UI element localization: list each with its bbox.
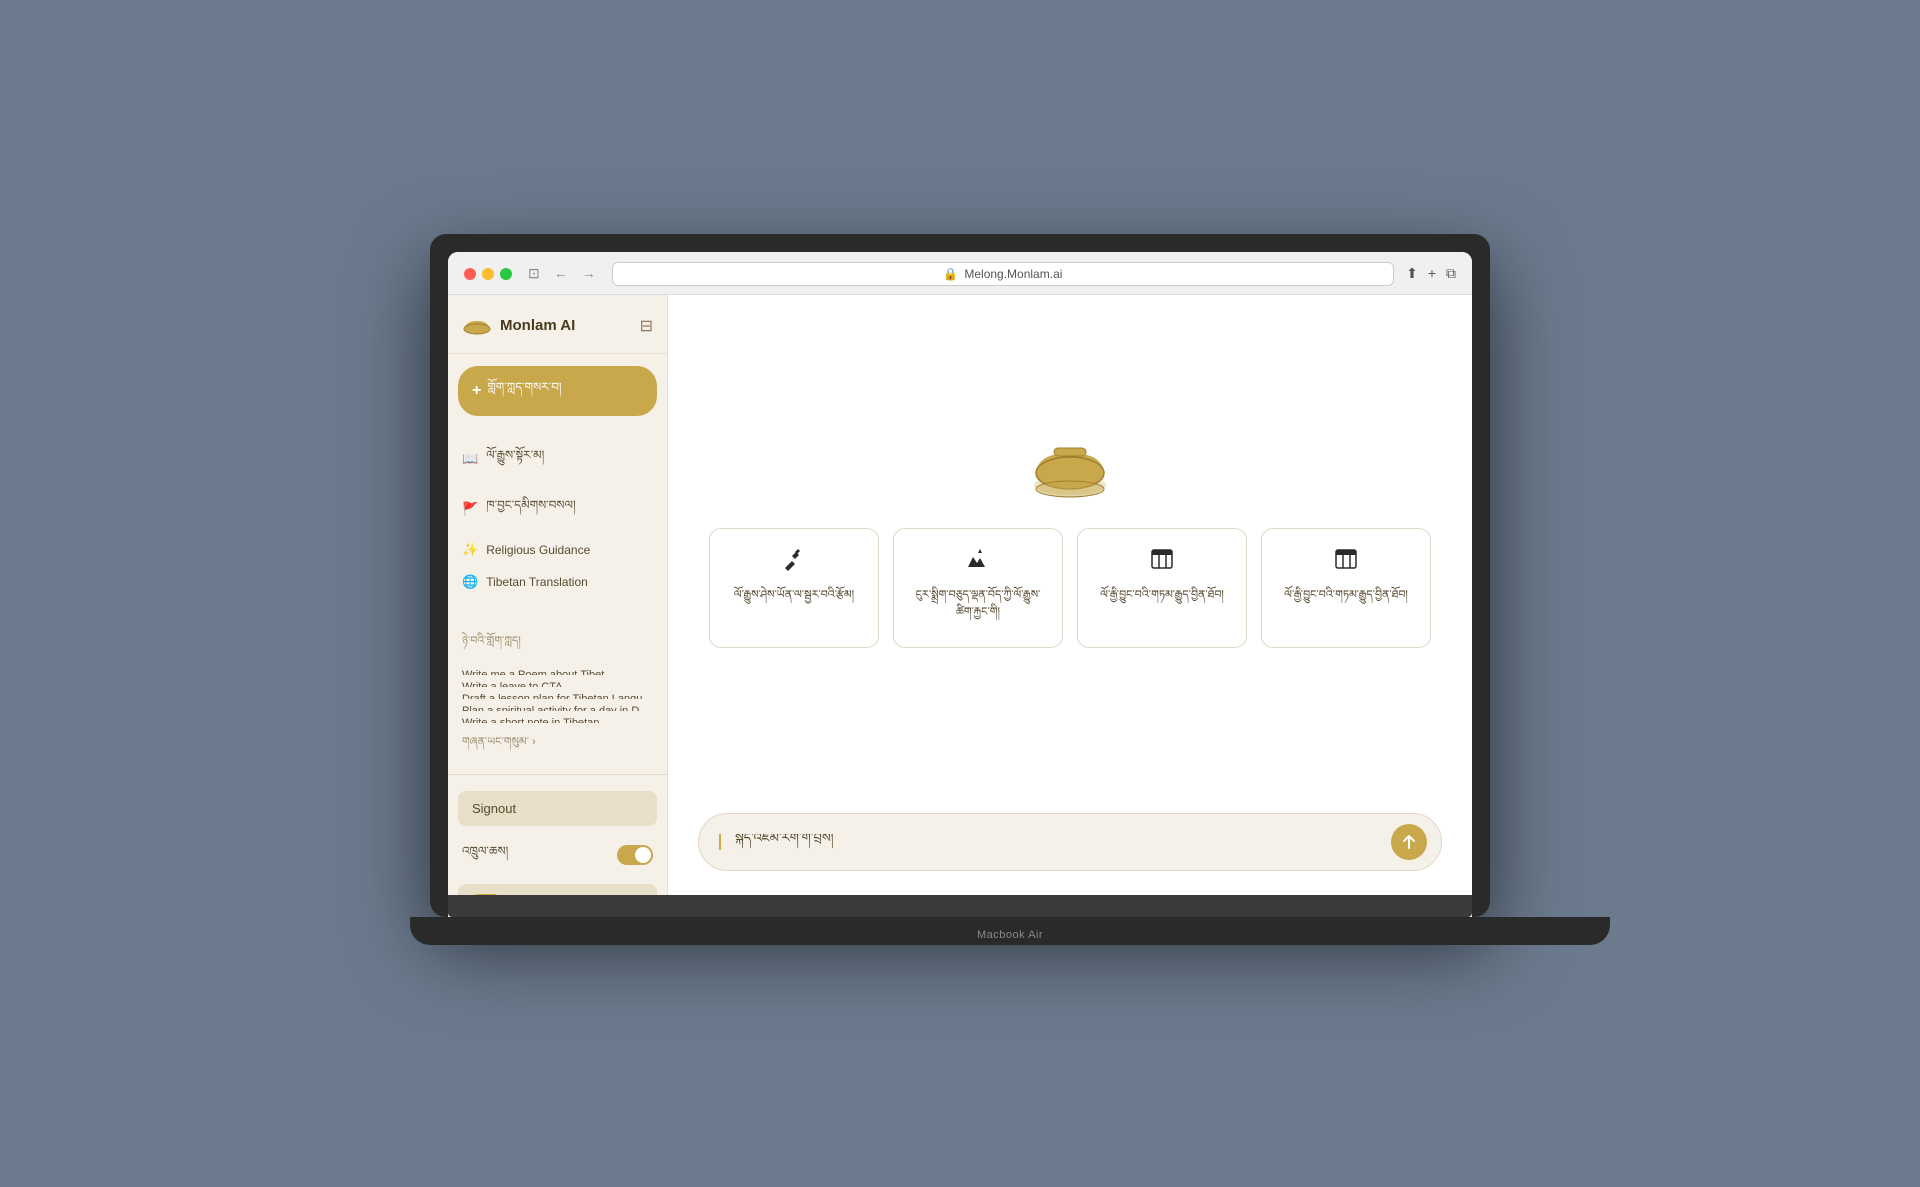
lock-icon: 🔒 xyxy=(943,267,958,281)
chat-input-wrapper xyxy=(698,813,1442,871)
bowl-icon xyxy=(1030,443,1110,498)
address-bar[interactable]: 🔒 Melong.Monlam.ai xyxy=(612,262,1394,286)
book-icon: 📖 xyxy=(462,451,478,467)
traffic-lights xyxy=(464,268,512,280)
add-tab-icon[interactable]: + xyxy=(1428,265,1436,282)
dark-mode-label: འཁྲུལ་ཆས། xyxy=(462,838,508,872)
show-more-button[interactable]: གཞན་ཡང་གསུམ་ › xyxy=(448,723,667,766)
card-2-text: ངུར་སྨྲིག་བཅུད་ལྡན་བོད་ཀྱི་ལོ་རྒྱུས་ཚིག་… xyxy=(910,587,1046,620)
input-area xyxy=(668,797,1472,895)
chat-area: ལོ་རྒྱུས་ཤེས་ཡོན་ལ་སྦྱར་བའི་རྩོམ། ངུར་སྨ xyxy=(668,295,1472,797)
bowl-icon-wrapper xyxy=(1030,443,1110,498)
card-1-text: ལོ་རྒྱུས་ཤེས་ཡོན་ལ་སྦྱར་བའི་རྩོམ། xyxy=(734,587,854,604)
share-icon[interactable]: ⬆ xyxy=(1406,265,1418,282)
history-section-label: ཉེ་བའི་གློག་ཀླད། xyxy=(448,620,667,663)
input-cursor xyxy=(719,834,721,850)
flag-icon: 🚩 xyxy=(462,501,478,517)
card-3-text: ལོ་རྒྱི་བྱུང་བའི་གཏམ་རྒྱུད་བྱིན་ཐོབ། xyxy=(1100,587,1224,604)
sidebar-header: Monlam AI ⊟ xyxy=(448,295,667,354)
url-text: Melong.Monlam.ai xyxy=(964,267,1062,281)
suggestion-card-4[interactable]: ལོ་རྒྱི་བྱུང་བའི་གཏམ་རྒྱུད་བྱིན་ཐོབ། xyxy=(1261,528,1431,648)
sidebar-item-bookmarks[interactable]: 🚩 ཁ་བྱང་དམིགས་བསལ། xyxy=(448,484,667,534)
bookmarks-label: ཁ་བྱང་དམིགས་བསལ། xyxy=(486,492,575,526)
close-button[interactable] xyxy=(464,268,476,280)
logo-area: Monlam AI xyxy=(462,311,575,341)
sidebar-item-library[interactable]: 📖 ལོ་རྒྱུས་སྟོར་མ། xyxy=(448,434,667,484)
send-button[interactable] xyxy=(1391,824,1427,860)
sidebar-bottom: Signout འཁྲུལ་ཆས། xyxy=(448,766,667,895)
tabs-icon[interactable]: ⧉ xyxy=(1446,265,1456,282)
dark-mode-toggle[interactable] xyxy=(617,845,653,865)
new-chat-button[interactable]: + གློག་ཀླད་གསར་བ། xyxy=(458,366,657,416)
suggestion-cards: ལོ་རྒྱུས་ཤེས་ཡོན་ལ་སྦྱར་བའི་རྩོམ། ངུར་སྨ xyxy=(709,528,1431,648)
signout-button[interactable]: Signout xyxy=(458,791,657,826)
mountain-icon xyxy=(966,547,990,577)
minimize-button[interactable] xyxy=(482,268,494,280)
main-content: ལོ་རྒྱུས་ཤེས་ཡོན་ལ་སྦྱར་བའི་རྩོམ། ངུར་སྨ xyxy=(668,295,1472,895)
suggestion-card-1[interactable]: ལོ་རྒྱུས་ཤེས་ཡོན་ལ་སྦྱར་བའི་རྩོམ། xyxy=(709,528,879,648)
send-icon xyxy=(1401,834,1417,850)
history-item-1[interactable]: Write me a Poem about Tibet xyxy=(448,663,667,675)
app-title: Monlam AI xyxy=(500,317,575,334)
history-item-4[interactable]: Plan a spiritual activity for a day in D… xyxy=(448,699,667,711)
user-profile[interactable]: Tenzin Monlam Monlamai@gmail.com xyxy=(458,884,657,895)
columns-icon-2 xyxy=(1334,547,1358,577)
avatar xyxy=(472,894,500,895)
sidebar-bottom-divider xyxy=(448,774,667,775)
history-item-2[interactable]: Write a leave to CTA xyxy=(448,675,667,687)
library-label: ལོ་རྒྱུས་སྟོར་མ། xyxy=(486,442,544,476)
religious-label: Religious Guidance xyxy=(486,543,590,557)
plus-icon: + xyxy=(472,382,481,400)
back-button[interactable]: ← xyxy=(550,263,572,284)
browser-navigation: ⊡ ← → xyxy=(524,263,600,284)
religious-icon: ✨ xyxy=(462,542,478,558)
suggestion-card-3[interactable]: ལོ་རྒྱི་བྱུང་བའི་གཏམ་རྒྱུད་བྱིན་ཐོབ། xyxy=(1077,528,1247,648)
toggle-knob xyxy=(635,847,651,863)
translation-icon: 🌐 xyxy=(462,574,478,590)
sidebar-nav: 📖 ལོ་རྒྱུས་སྟོར་མ། 🚩 ཁ་བྱང་དམིགས་བསལ། ✨ … xyxy=(448,428,667,604)
laptop-bottom-bezel xyxy=(448,895,1472,917)
new-chat-label: གློག་ཀླད་གསར་བ། xyxy=(487,374,561,408)
sidebar-item-religious[interactable]: ✨ Religious Guidance xyxy=(448,534,667,566)
columns-icon-1 xyxy=(1150,547,1174,577)
dark-mode-row: འཁྲུལ་ཆས། xyxy=(448,830,667,880)
sidebar-toggle-icon[interactable]: ⊡ xyxy=(524,263,544,284)
sidebar: Monlam AI ⊟ + གློག་ཀླད་གསར་བ། 📖 ལོ་རྒྱུས… xyxy=(448,295,668,895)
browser-actions: ⬆ + ⧉ xyxy=(1406,265,1456,282)
history-item-3[interactable]: Draft a lesson plan for Tibetan Langu... xyxy=(448,687,667,699)
card-4-text: ལོ་རྒྱི་བྱུང་བའི་གཏམ་རྒྱུད་བྱིན་ཐོབ། xyxy=(1284,587,1408,604)
sidebar-item-tibetan-trans[interactable]: 🌐 Tibetan Translation xyxy=(448,566,667,598)
bowl-logo-icon xyxy=(462,311,492,341)
edit-icon xyxy=(782,547,806,577)
tibetan-trans-label: Tibetan Translation xyxy=(486,575,588,589)
maximize-button[interactable] xyxy=(500,268,512,280)
forward-button[interactable]: → xyxy=(578,263,600,284)
panel-toggle-icon[interactable]: ⊟ xyxy=(640,316,653,336)
laptop-base: Macbook Air xyxy=(410,917,1610,945)
suggestion-card-2[interactable]: ངུར་སྨྲིག་བཅུད་ལྡན་བོད་ཀྱི་ལོ་རྒྱུས་ཚིག་… xyxy=(893,528,1063,648)
chat-input[interactable] xyxy=(735,834,1381,849)
history-item-5[interactable]: Write a short note in Tibetan xyxy=(448,711,667,723)
laptop-label: Macbook Air xyxy=(977,929,1043,941)
